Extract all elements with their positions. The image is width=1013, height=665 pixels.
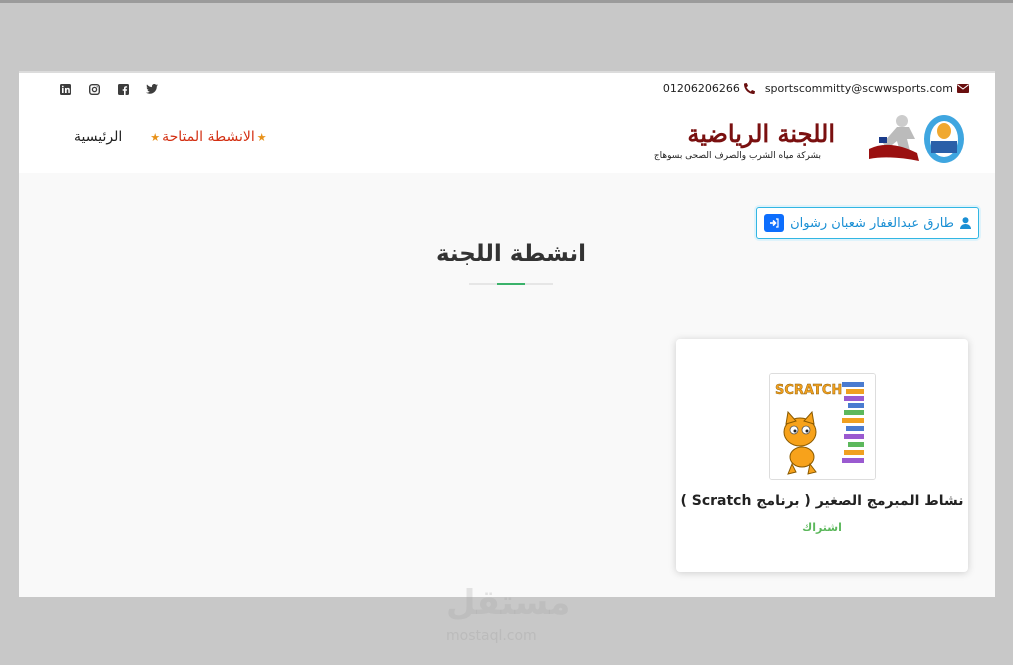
subscribe-link[interactable]: اشتراك [676, 521, 968, 534]
activity-card: SCRATCH نشاط المبرمج الصغير (برنامج Scr… [676, 339, 968, 572]
phone-number: 01206206266 [662, 82, 740, 95]
nav-activities-label: الانشطة المتاحة [162, 129, 255, 145]
title-divider [469, 283, 553, 285]
scratch-cat-image: SCRATCH [770, 374, 875, 479]
phone-contact[interactable]: 01206206266 [663, 82, 755, 95]
linkedin-icon[interactable] [59, 83, 71, 95]
twitter-icon[interactable] [146, 83, 158, 95]
logo-subtitle: بشركة مياه الشرب والصرف الصحى بسوهاج [653, 151, 821, 161]
star-icon: ★ [256, 130, 267, 144]
nav-activities-link[interactable]: ★ الانشطة المتاحة ★ [150, 129, 266, 145]
watermark-logo: مستقل [446, 583, 571, 623]
activity-title: نشاط المبرمج الصغير ( برنامج Scratch ) [680, 493, 964, 509]
contact-info: 01206206266 sportscommitty@scwwsports.co… [663, 82, 969, 95]
user-account-button[interactable]: طارق عبدالغفار شعبان رشوان [756, 207, 979, 239]
top-bar: 01206206266 sportscommitty@scwwsports.co… [19, 71, 995, 103]
scratch-logo-text: SCRATCH [775, 383, 842, 398]
logo-title: اللجنة الرياضية [687, 119, 835, 148]
nav-home-link[interactable]: الرئيسية [74, 129, 122, 145]
email-contact[interactable]: sportscommitty@scwwsports.com [765, 82, 969, 95]
site-header: الرئيسية ★ الانشطة المتاحة ★ اللجنة الري… [19, 103, 995, 173]
user-name: طارق عبدالغفار شعبان رشوان [790, 215, 954, 231]
page-title: انشطة اللجنة [435, 241, 587, 267]
watermark-url: mostaql.com [446, 628, 537, 644]
main-nav: الرئيسية ★ الانشطة المتاحة ★ [74, 129, 267, 145]
phone-icon [743, 83, 755, 94]
facebook-icon[interactable] [117, 83, 129, 95]
web-page: 01206206266 sportscommitty@scwwsports.co… [19, 71, 995, 597]
email-address: sportscommitty@scwwsports.com [764, 82, 953, 95]
logout-icon [770, 218, 779, 228]
activity-image[interactable]: SCRATCH [769, 373, 876, 480]
star-icon: ★ [150, 130, 161, 144]
instagram-icon[interactable] [88, 83, 100, 95]
envelope-icon [957, 84, 969, 93]
user-icon [960, 217, 971, 229]
site-logo[interactable]: اللجنة الرياضية بشركة مياه الشرب والصرف … [654, 109, 971, 167]
social-links [59, 83, 158, 95]
window-top-border [0, 0, 1013, 3]
logout-button[interactable] [764, 214, 785, 232]
